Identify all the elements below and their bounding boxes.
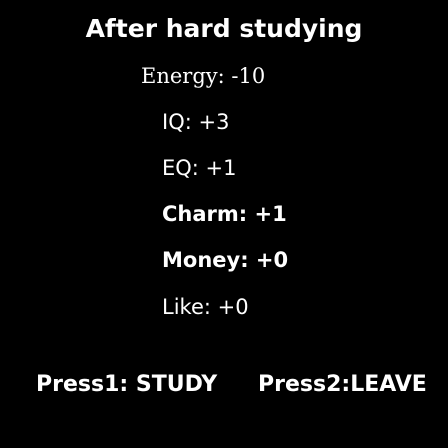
game-screen: After hard studying Energy: -10 IQ: +3 E… [0,0,448,448]
charm-stat: Charm: +1 [162,202,287,226]
eq-stat: EQ: +1 [162,156,237,180]
study-option[interactable]: Press1: STUDY [36,372,217,397]
result-title: After hard studying [85,14,363,43]
money-stat: Money: +0 [162,248,289,272]
energy-stat: Energy: -10 [141,64,266,88]
leave-option[interactable]: Press2:LEAVE [258,372,427,397]
iq-stat: IQ: +3 [162,110,230,134]
like-stat: Like: +0 [162,295,249,319]
